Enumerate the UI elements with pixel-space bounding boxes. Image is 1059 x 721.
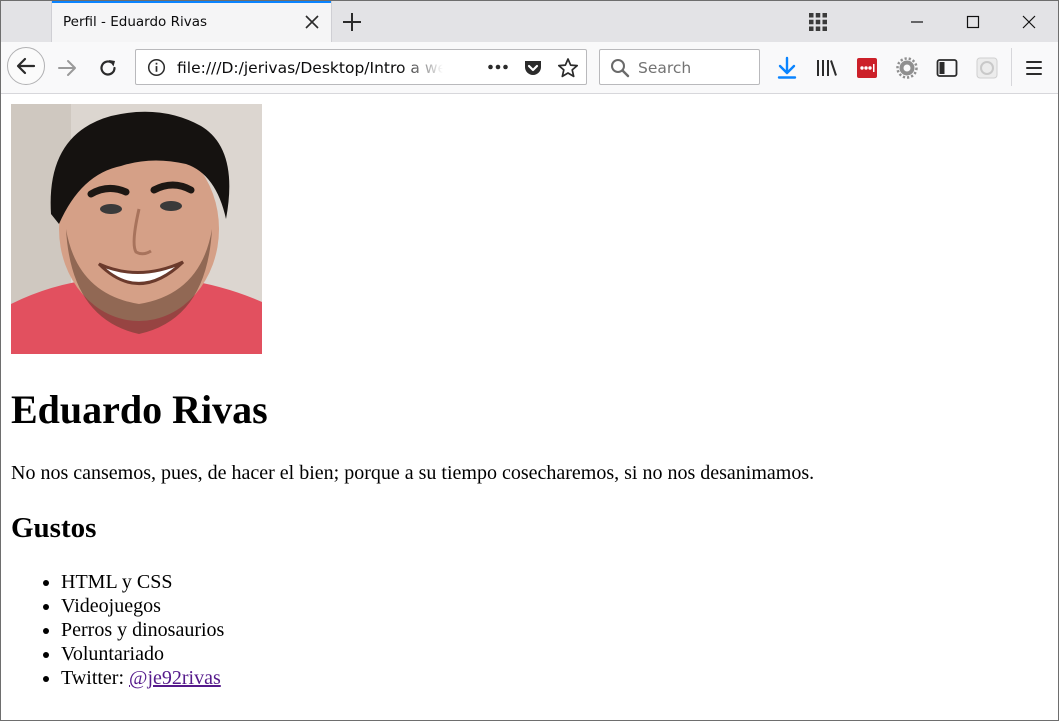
- all-tabs-grid-icon[interactable]: [808, 12, 828, 32]
- maximize-button[interactable]: [945, 1, 1001, 42]
- likes-list: HTML y CSS Videojuegos Perros y dinosaur…: [11, 570, 224, 690]
- lastpass-icon[interactable]: [856, 57, 878, 79]
- profile-photo-image: [11, 104, 262, 354]
- list-item: Voluntariado: [61, 642, 224, 666]
- close-window-icon: [1022, 15, 1036, 28]
- profile-name-heading: Eduardo Rivas: [11, 387, 268, 432]
- tab-perfil[interactable]: Perfil - Eduardo Rivas: [51, 1, 332, 42]
- forward-button[interactable]: [55, 56, 79, 80]
- navigation-toolbar: file:///D:/jerivas/Desktop/Intro a web S…: [1, 42, 1058, 94]
- bookmark-star-icon[interactable]: [557, 57, 579, 79]
- page-actions-icon[interactable]: [487, 60, 509, 74]
- tab-close-icon[interactable]: [303, 13, 321, 31]
- minimize-button[interactable]: [889, 1, 945, 42]
- toolbar-separator: [1011, 48, 1012, 86]
- search-icon: [611, 59, 630, 78]
- list-item: Videojuegos: [61, 594, 224, 618]
- list-item: HTML y CSS: [61, 570, 224, 594]
- sidebar-icon[interactable]: [936, 58, 958, 78]
- menu-icon[interactable]: [1025, 59, 1043, 77]
- reload-icon: [100, 60, 116, 76]
- search-bar[interactable]: Search: [599, 49, 760, 85]
- tab-bar: Perfil - Eduardo Rivas: [1, 1, 1058, 42]
- download-icon[interactable]: [776, 56, 798, 80]
- info-icon[interactable]: [147, 58, 166, 77]
- tab-title: Perfil - Eduardo Rivas: [63, 14, 208, 30]
- pocket-icon[interactable]: [523, 58, 543, 78]
- profile-quote: No nos cansemos, pues, de hacer el bien;…: [11, 462, 815, 484]
- browser-window: Perfil - Eduardo Rivas file:///D:/jeriva…: [0, 0, 1059, 721]
- tab-active-indicator: [52, 1, 331, 3]
- list-item: Perros y dinosaurios: [61, 618, 224, 642]
- library-icon[interactable]: [816, 58, 838, 78]
- likes-heading: Gustos: [11, 512, 97, 544]
- reload-button[interactable]: [96, 56, 120, 80]
- twitter-link[interactable]: @je92rivas: [129, 667, 221, 689]
- gear-extension-icon[interactable]: [896, 57, 918, 79]
- search-placeholder: Search: [638, 59, 692, 77]
- page-content: Eduardo Rivas No nos cansemos, pues, de …: [1, 94, 1058, 720]
- minimize-icon: [911, 20, 923, 23]
- profile-photo: [11, 104, 262, 354]
- back-icon: [16, 57, 36, 75]
- twitter-label: Twitter:: [61, 667, 125, 689]
- maximize-icon: [966, 15, 980, 28]
- list-item-twitter: Twitter: @je92rivas: [61, 666, 224, 690]
- forward-icon: [58, 60, 76, 76]
- close-window-button[interactable]: [1001, 1, 1057, 42]
- extension-icon[interactable]: [976, 57, 998, 79]
- url-text[interactable]: file:///D:/jerivas/Desktop/Intro a web: [177, 59, 443, 77]
- new-tab-icon[interactable]: [341, 11, 363, 33]
- back-button[interactable]: [7, 47, 45, 85]
- url-bar[interactable]: file:///D:/jerivas/Desktop/Intro a web: [135, 49, 587, 85]
